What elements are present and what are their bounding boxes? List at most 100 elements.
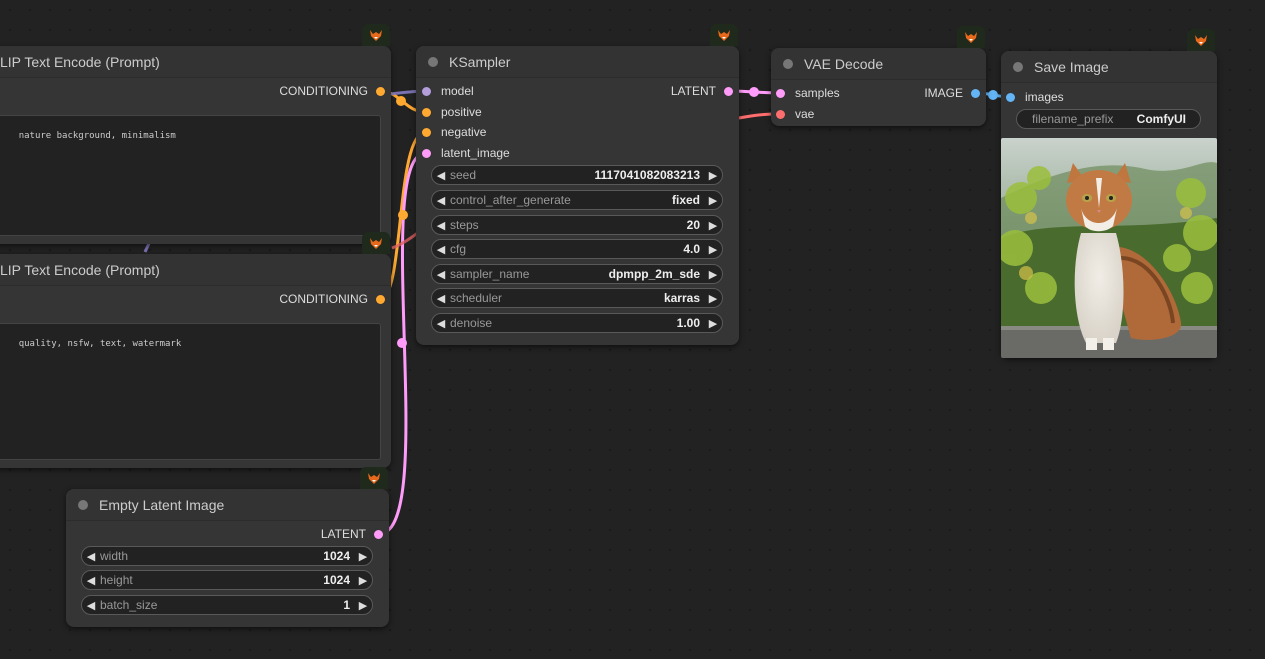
increment-arrow-icon[interactable]: ▶	[354, 550, 372, 563]
output-socket[interactable]	[376, 294, 385, 304]
output-conditioning[interactable]: CONDITIONING	[279, 290, 385, 308]
prompt-text: nature background, minimalism	[18, 131, 176, 141]
node-title[interactable]: KSampler	[416, 46, 739, 78]
wire-midpoint[interactable]	[749, 87, 759, 97]
decrement-arrow-icon[interactable]: ◀	[432, 317, 450, 330]
steps-widget[interactable]: ◀ steps 20 ▶	[431, 215, 723, 235]
input-samples[interactable]: samples	[776, 84, 840, 102]
output-latent[interactable]: LATENT	[671, 82, 733, 100]
wire-midpoint[interactable]	[397, 338, 407, 348]
output-image[interactable]: IMAGE	[924, 84, 980, 102]
wire-midpoint[interactable]	[396, 96, 406, 106]
node-title-text: LIP Text Encode (Prompt)	[0, 261, 160, 278]
height-widget[interactable]: ◀ height 1024 ▶	[81, 570, 373, 590]
output-socket[interactable]	[374, 529, 383, 539]
widget-label: sampler_name	[450, 267, 530, 281]
collapse-dot[interactable]	[78, 499, 88, 510]
input-images[interactable]: images	[1006, 88, 1064, 106]
wire-midpoint[interactable]	[398, 210, 408, 220]
clip-text-encode-negative-node[interactable]: LIP Text Encode (Prompt) CONDITIONING qu…	[0, 232, 391, 468]
fox-icon	[360, 467, 388, 489]
output-latent[interactable]: LATENT	[321, 525, 383, 543]
node-title[interactable]: VAE Decode	[771, 48, 986, 80]
widget-label: batch_size	[100, 598, 158, 612]
collapse-dot[interactable]	[1013, 61, 1023, 72]
widget-label: seed	[450, 168, 477, 182]
input-label: model	[441, 84, 474, 98]
widget-value: karras	[663, 291, 700, 305]
output-image-preview[interactable]	[1001, 138, 1217, 358]
seed-widget[interactable]: ◀ seed 1117041082083213 ▶	[431, 165, 723, 185]
collapse-dot[interactable]	[428, 56, 438, 67]
output-conditioning[interactable]: CONDITIONING	[279, 82, 385, 100]
decrement-arrow-icon[interactable]: ◀	[82, 574, 100, 587]
input-socket[interactable]	[422, 127, 431, 137]
input-label: images	[1025, 90, 1064, 104]
input-socket[interactable]	[776, 109, 785, 119]
width-widget[interactable]: ◀ width 1024 ▶	[81, 546, 373, 566]
decrement-arrow-icon[interactable]: ◀	[82, 599, 100, 612]
fox-icon	[1187, 29, 1215, 51]
increment-arrow-icon[interactable]: ▶	[704, 194, 722, 207]
widget-value: 20	[686, 218, 700, 232]
output-socket[interactable]	[971, 88, 980, 98]
output-label: LATENT	[670, 84, 716, 98]
increment-arrow-icon[interactable]: ▶	[704, 292, 722, 305]
prompt-textarea[interactable]: quality, nsfw, text, watermark	[0, 323, 381, 460]
widget-value: fixed	[671, 193, 700, 207]
input-socket[interactable]	[1006, 92, 1015, 102]
decrement-arrow-icon[interactable]: ◀	[82, 550, 100, 563]
output-socket[interactable]	[724, 86, 733, 96]
empty-latent-image-node[interactable]: Empty Latent Image LATENT ◀ width 1024 ▶…	[66, 467, 389, 627]
increment-arrow-icon[interactable]: ▶	[704, 243, 722, 256]
widget-value: 1.00	[676, 316, 700, 330]
node-title[interactable]: LIP Text Encode (Prompt)	[0, 46, 391, 78]
clip-text-encode-positive-node[interactable]: LIP Text Encode (Prompt) CONDITIONING na…	[0, 24, 391, 244]
node-title[interactable]: Save Image	[1001, 51, 1217, 83]
filename-prefix-widget[interactable]: filename_prefix ComfyUI	[1016, 109, 1201, 129]
cfg-widget[interactable]: ◀ cfg 4.0 ▶	[431, 239, 723, 259]
increment-arrow-icon[interactable]: ▶	[704, 268, 722, 281]
vae-decode-node[interactable]: VAE Decode samples vae IMAGE	[771, 26, 986, 126]
sampler-name-widget[interactable]: ◀ sampler_name dpmpp_2m_sde ▶	[431, 264, 723, 284]
increment-arrow-icon[interactable]: ▶	[354, 574, 372, 587]
input-positive[interactable]: positive	[422, 103, 482, 121]
batch-size-widget[interactable]: ◀ batch_size 1 ▶	[81, 595, 373, 615]
increment-arrow-icon[interactable]: ▶	[354, 599, 372, 612]
widget-label: cfg	[450, 242, 467, 256]
node-title[interactable]: LIP Text Encode (Prompt)	[0, 254, 391, 286]
scheduler-widget[interactable]: ◀ scheduler karras ▶	[431, 288, 723, 308]
prompt-textarea[interactable]: nature background, minimalism	[0, 115, 381, 236]
input-socket[interactable]	[776, 88, 785, 98]
widget-value: ComfyUI	[1136, 112, 1186, 126]
input-socket[interactable]	[422, 148, 431, 158]
increment-arrow-icon[interactable]: ▶	[704, 169, 722, 182]
input-model[interactable]: model	[422, 82, 474, 100]
input-vae[interactable]: vae	[776, 105, 814, 123]
collapse-dot[interactable]	[783, 58, 793, 69]
node-title[interactable]: Empty Latent Image	[66, 489, 389, 521]
decrement-arrow-icon[interactable]: ◀	[432, 243, 450, 256]
ksampler-node[interactable]: KSampler model positive negative latent_…	[416, 24, 739, 345]
control-after-generate-widget[interactable]: ◀ control_after_generate fixed ▶	[431, 190, 723, 210]
decrement-arrow-icon[interactable]: ◀	[432, 194, 450, 207]
widget-value: 1024	[323, 549, 350, 563]
node-title-text: KSampler	[449, 53, 511, 70]
input-latent-image[interactable]: latent_image	[422, 144, 510, 162]
input-label: vae	[795, 107, 815, 121]
output-socket[interactable]	[376, 86, 385, 96]
increment-arrow-icon[interactable]: ▶	[704, 317, 722, 330]
decrement-arrow-icon[interactable]: ◀	[432, 219, 450, 232]
decrement-arrow-icon[interactable]: ◀	[432, 292, 450, 305]
input-socket[interactable]	[422, 86, 431, 96]
wire-midpoint[interactable]	[988, 90, 998, 100]
decrement-arrow-icon[interactable]: ◀	[432, 268, 450, 281]
increment-arrow-icon[interactable]: ▶	[704, 219, 722, 232]
input-socket[interactable]	[422, 107, 431, 117]
save-image-node[interactable]: Save Image images filename_prefix ComfyU…	[1001, 29, 1217, 358]
prompt-text: quality, nsfw, text, watermark	[18, 339, 182, 349]
widget-value: 1117041082083213	[594, 168, 700, 182]
denoise-widget[interactable]: ◀ denoise 1.00 ▶	[431, 313, 723, 333]
input-negative[interactable]: negative	[422, 123, 486, 141]
decrement-arrow-icon[interactable]: ◀	[432, 169, 450, 182]
